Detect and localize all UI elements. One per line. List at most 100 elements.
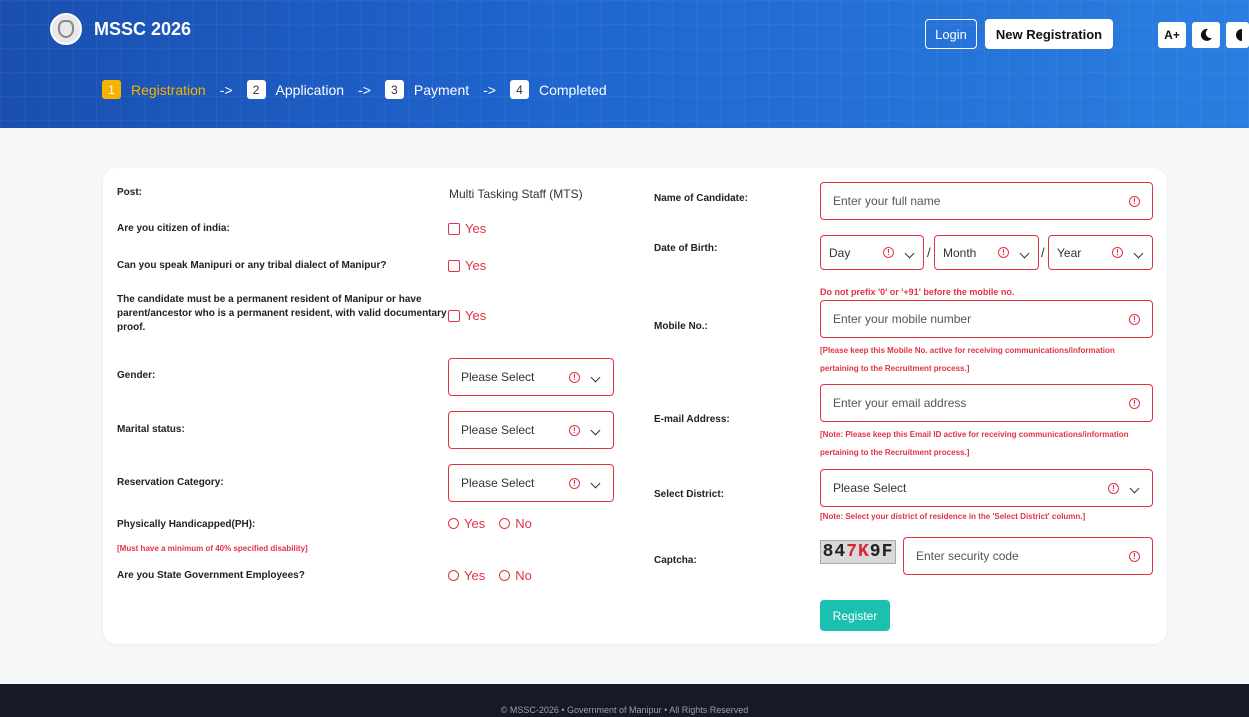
reservation-select-value: Please Select — [461, 476, 535, 490]
login-button[interactable]: Login — [925, 19, 977, 49]
resident-yes-label: Yes — [465, 308, 487, 323]
ph-yes-radio[interactable]: Yes — [448, 516, 485, 531]
step-application: Application — [275, 81, 345, 98]
gender-label: Gender: — [117, 370, 156, 381]
dob-label: Date of Birth: — [654, 243, 718, 254]
mobile-prefix-note: Do not prefix '0' or '+91' before the mo… — [820, 287, 1015, 297]
marital-select[interactable]: Please Select ! — [448, 411, 614, 449]
stategov-label: Are you State Government Employees? — [117, 570, 305, 581]
footer-copyright: © MSSC-2026 • Government of Manipur • Al… — [500, 705, 749, 715]
alert-icon: ! — [569, 477, 580, 489]
chevron-down-icon — [1133, 248, 1144, 258]
ph-label: Physically Handicapped(PH): — [117, 519, 256, 530]
captcha-input[interactable]: Enter security code ! — [903, 537, 1153, 575]
name-label: Name of Candidate: — [654, 193, 748, 204]
step-arrow-icon: -> — [483, 81, 496, 98]
citizen-yes-label: Yes — [465, 221, 487, 236]
mobile-placeholder: Enter your mobile number — [833, 312, 972, 326]
citizen-label: Are you citizen of india: — [117, 223, 230, 234]
step-3-number: 3 — [384, 80, 404, 99]
dob-separator: / — [927, 245, 931, 260]
dialect-yes-checkbox[interactable]: Yes — [448, 258, 486, 273]
captcha-text-b: 7K — [846, 542, 870, 562]
font-size-button[interactable]: A+ — [1158, 22, 1186, 48]
step-payment: Payment — [413, 81, 470, 98]
dob-month-value: Month — [943, 245, 977, 260]
district-select[interactable]: Please Select ! — [820, 469, 1153, 507]
dob-day-value: Day — [829, 245, 851, 260]
checkbox-icon — [448, 222, 460, 235]
dob-day-select[interactable]: Day ! — [820, 235, 924, 270]
dob-year-select[interactable]: Year ! — [1048, 235, 1153, 270]
ph-no-radio[interactable]: No — [499, 516, 532, 531]
header: MSSC 2026 Login New Registration A+ 1 Re… — [0, 0, 1249, 128]
alert-icon: ! — [1129, 313, 1140, 325]
captcha-label: Captcha: — [654, 555, 697, 566]
resident-yes-checkbox[interactable]: Yes — [448, 308, 486, 323]
name-input[interactable]: Enter your full name ! — [820, 182, 1153, 220]
step-arrow-icon: -> — [219, 81, 233, 98]
radio-icon — [499, 518, 511, 529]
chevron-down-icon — [590, 478, 601, 489]
dob-month-select[interactable]: Month ! — [934, 235, 1039, 270]
post-value: Multi Tasking Staff (MTS) — [449, 187, 583, 201]
alert-icon: ! — [1129, 550, 1140, 562]
step-4-number: 4 — [509, 80, 529, 99]
chevron-down-icon — [1129, 483, 1140, 494]
mobile-note: [Please keep this Mobile No. active for … — [820, 346, 1115, 373]
stategov-radio-group: Yes No — [448, 568, 546, 583]
brand-title: MSSC 2026 — [94, 19, 192, 39]
resident-label: The candidate must be a permanent reside… — [117, 294, 447, 333]
marital-label: Marital status: — [117, 424, 185, 435]
alert-icon: ! — [998, 247, 1009, 258]
step-1-number: 1 — [102, 80, 121, 99]
chevron-down-icon — [1019, 248, 1030, 258]
dob-separator: / — [1041, 245, 1045, 260]
citizen-yes-checkbox[interactable]: Yes — [448, 221, 486, 236]
district-label: Select District: — [654, 489, 725, 500]
mobile-input[interactable]: Enter your mobile number ! — [820, 300, 1153, 338]
mobile-label: Mobile No.: — [654, 321, 708, 332]
alert-icon: ! — [883, 247, 894, 258]
chevron-down-icon — [590, 372, 601, 383]
district-select-value: Please Select — [833, 481, 907, 495]
step-registration: Registration — [131, 81, 206, 98]
email-placeholder: Enter your email address — [833, 396, 967, 410]
dialect-yes-label: Yes — [465, 258, 487, 273]
checkbox-icon — [448, 259, 460, 272]
email-input[interactable]: Enter your email address ! — [820, 384, 1153, 422]
stategov-yes-radio[interactable]: Yes — [448, 568, 485, 583]
contrast-icon[interactable] — [1226, 22, 1249, 48]
dark-mode-icon[interactable] — [1192, 22, 1220, 48]
ph-note: [Must have a minimum of 40% specified di… — [117, 544, 308, 553]
captcha-placeholder: Enter security code — [916, 549, 1019, 563]
gender-select[interactable]: Please Select ! — [448, 358, 614, 396]
stategov-yes-label: Yes — [464, 568, 486, 583]
ph-radio-group: Yes No — [448, 516, 546, 531]
email-note: [Note: Please keep this Email ID active … — [820, 430, 1129, 457]
emblem-logo-icon — [50, 13, 82, 45]
ph-yes-label: Yes — [464, 516, 486, 531]
radio-icon — [448, 570, 459, 581]
stategov-no-radio[interactable]: No — [499, 568, 532, 583]
footer: © MSSC-2026 • Government of Manipur • Al… — [0, 684, 1249, 717]
ph-no-label: No — [515, 516, 532, 531]
progress-steps: 1 Registration -> 2 Application -> 3 Pay… — [102, 80, 607, 99]
name-placeholder: Enter your full name — [833, 194, 941, 208]
alert-icon: ! — [1112, 247, 1123, 258]
alert-icon: ! — [1108, 482, 1119, 494]
checkbox-icon — [448, 309, 460, 322]
post-label: Post: — [117, 187, 142, 198]
chevron-down-icon — [590, 425, 601, 436]
reservation-label: Reservation Category: — [117, 477, 224, 488]
register-button[interactable]: Register — [820, 600, 890, 631]
new-registration-button[interactable]: New Registration — [985, 19, 1113, 49]
district-note: [Note: Select your district of residence… — [820, 512, 1086, 521]
captcha-text-c: 9F — [869, 542, 894, 562]
marital-select-value: Please Select — [461, 423, 535, 437]
chevron-down-icon — [904, 248, 915, 258]
alert-icon: ! — [1129, 397, 1140, 409]
alert-icon: ! — [569, 424, 580, 436]
reservation-select[interactable]: Please Select ! — [448, 464, 614, 502]
captcha-image: 84 7K 9F — [820, 540, 896, 564]
